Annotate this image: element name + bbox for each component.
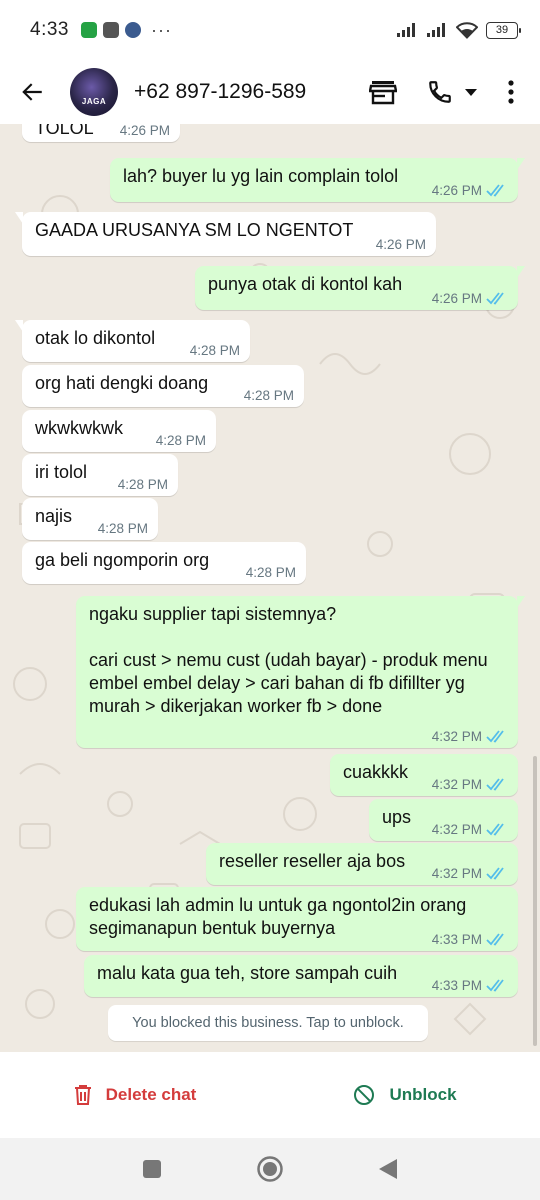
message-incoming[interactable]: otak lo dikontol 4:28 PM [15, 320, 250, 362]
home-button[interactable] [211, 1138, 329, 1200]
double-check-icon [486, 933, 504, 946]
message-outgoing[interactable]: ngaku supplier tapi sistemnya? cari cust… [76, 596, 525, 748]
message-incoming[interactable]: iri tolol 4:28 PM [22, 454, 178, 496]
message-meta: 4:33 PM [432, 932, 508, 947]
message-meta: 4:32 PM [432, 822, 508, 837]
store-button[interactable] [358, 68, 408, 116]
message-time: 4:28 PM [189, 343, 240, 358]
menu-button[interactable] [494, 68, 528, 116]
signal-1-icon [397, 23, 415, 37]
blocked-actions-bar: Delete chat Unblock [0, 1052, 540, 1138]
message-meta: 4:32 PM [432, 777, 508, 792]
triangle-back-icon [379, 1159, 397, 1179]
message-text: ngaku supplier tapi sistemnya? cari cust… [89, 604, 488, 716]
double-check-icon [486, 867, 504, 880]
system-nav-bar [0, 1138, 540, 1200]
message-time: 4:28 PM [97, 521, 148, 536]
header-actions [358, 68, 528, 116]
more-notifications: ··· [150, 19, 172, 40]
message-outgoing[interactable]: ups 4:32 PM [369, 799, 518, 841]
status-time: 4:33 [30, 19, 69, 40]
message-time: 4:28 PM [155, 433, 206, 448]
more-vert-icon [508, 80, 514, 104]
message-outgoing[interactable]: lah? buyer lu yg lain complain tolol 4:2… [110, 158, 525, 202]
message-meta: 4:32 PM [432, 729, 508, 744]
delete-chat-label: Delete chat [105, 1085, 197, 1104]
unblock-label: Unblock [389, 1085, 457, 1104]
message-outgoing[interactable]: edukasi lah admin lu untuk ga ngontol2in… [76, 887, 518, 951]
delete-chat-button[interactable]: Delete chat [0, 1084, 270, 1106]
double-check-icon [486, 979, 504, 992]
status-bar: 4:33 ··· 39 [0, 0, 540, 60]
phone-icon [429, 81, 451, 103]
square-icon [143, 1160, 161, 1178]
trash-icon [74, 1085, 91, 1105]
double-check-icon [486, 778, 504, 791]
whatsapp-notification-icon [80, 22, 97, 38]
message-incoming[interactable]: GAADA URUSANYA SM LO NGENTOT 4:26 PM [15, 212, 436, 256]
message-meta: 4:26 PM [432, 291, 508, 306]
call-button[interactable] [420, 68, 460, 116]
double-check-icon [486, 823, 504, 836]
back-button[interactable] [0, 60, 64, 124]
avatar-text: JAGA [81, 97, 107, 106]
message-time: 4:26 PM [375, 237, 426, 252]
signal-2-icon [427, 23, 445, 37]
status-indicators: 39 [396, 21, 521, 39]
message-list: TOLOL 4:26 PM lah? buyer lu yg lain comp… [0, 124, 540, 1052]
message-meta: 4:26 PM [432, 183, 508, 198]
message-incoming[interactable]: najis 4:28 PM [22, 498, 158, 540]
back-nav-button[interactable] [329, 1138, 447, 1200]
message-outgoing[interactable]: reseller reseller aja bos 4:32 PM [206, 843, 518, 885]
double-check-icon [486, 730, 504, 743]
battery-icon: 39 [486, 21, 521, 39]
message-time: 4:26 PM [119, 124, 170, 138]
wifi-icon [456, 21, 478, 39]
unblock-button[interactable]: Unblock [270, 1084, 540, 1106]
chat-area[interactable]: TOLOL 4:26 PM lah? buyer lu yg lain comp… [0, 124, 540, 1052]
message-text: GAADA URUSANYA SM LO NGENTOT [35, 220, 354, 240]
message-time: 4:28 PM [117, 477, 168, 492]
message-incoming[interactable]: wkwkwkwk 4:28 PM [22, 410, 216, 452]
message-meta: 4:32 PM [432, 866, 508, 881]
double-check-icon [486, 292, 504, 305]
message-meta: 4:33 PM [432, 978, 508, 993]
message-time: 4:28 PM [243, 388, 294, 403]
store-icon [369, 81, 397, 105]
blocked-system-message[interactable]: You blocked this business. Tap to unbloc… [108, 1005, 428, 1041]
avatar[interactable]: JAGA [70, 68, 118, 116]
message-outgoing[interactable]: malu kata gua teh, store sampah cuih 4:3… [84, 955, 518, 997]
recents-button[interactable] [93, 1138, 211, 1200]
call-dropdown-button[interactable] [460, 68, 482, 116]
message-time: 4:28 PM [245, 565, 296, 580]
chat-header: JAGA +62 897-1296-589 [0, 60, 540, 124]
scrollbar[interactable] [533, 756, 537, 1046]
message-outgoing[interactable]: punya otak di kontol kah 4:26 PM [195, 266, 525, 310]
message-incoming[interactable]: TOLOL 4:26 PM [22, 124, 180, 142]
caret-down-icon [465, 89, 477, 96]
arrow-left-icon [22, 83, 42, 101]
home-circle-icon [257, 1156, 283, 1182]
message-outgoing[interactable]: cuakkkk 4:32 PM [330, 754, 518, 796]
bluetooth-notification-icon [124, 22, 141, 38]
message-incoming[interactable]: ga beli ngomporin org 4:28 PM [22, 542, 306, 584]
message-incoming[interactable]: org hati dengki doang 4:28 PM [22, 365, 304, 407]
app-notification-icon [102, 22, 119, 38]
double-check-icon [486, 184, 504, 197]
block-icon [354, 1085, 375, 1105]
notification-icons: ··· [80, 19, 172, 41]
contact-name[interactable]: +62 897-1296-589 [134, 80, 306, 104]
